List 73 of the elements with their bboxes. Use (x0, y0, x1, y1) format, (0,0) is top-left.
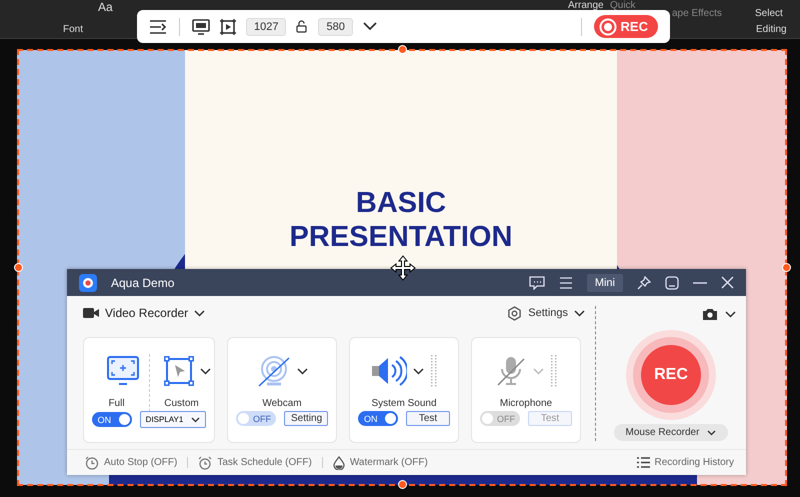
mode-selector[interactable]: Video Recorder (105, 306, 188, 320)
list-icon[interactable] (636, 457, 650, 468)
menu-icon[interactable] (558, 276, 573, 288)
chevron-icon[interactable] (412, 368, 424, 374)
resize-handle[interactable] (398, 45, 407, 54)
settings-link[interactable]: Settings (528, 307, 568, 319)
slide-title: PRESENTATION (290, 220, 512, 254)
gear-icon[interactable] (507, 306, 522, 320)
pin-icon[interactable] (637, 276, 651, 290)
record-icon (598, 18, 617, 36)
display-dropdown[interactable]: DISPLAY1 (140, 411, 206, 428)
mini-button[interactable]: Mini (586, 274, 623, 292)
compact-icon[interactable] (665, 276, 679, 290)
source-label: Microphone (500, 398, 552, 409)
region-icon[interactable] (220, 18, 236, 34)
footer-link[interactable]: Task Schedule (OFF) (217, 457, 312, 468)
chevron-icon[interactable] (574, 310, 585, 316)
resize-handle[interactable] (14, 263, 23, 272)
resize-handle[interactable] (398, 480, 407, 489)
camera-icon[interactable] (703, 308, 717, 320)
webcam-off-icon[interactable] (256, 355, 290, 387)
footer-link[interactable]: Auto Stop (OFF) (104, 457, 178, 468)
resize-handle[interactable] (782, 263, 791, 272)
group-label: Font (63, 24, 84, 35)
width-field[interactable]: 1027 (246, 18, 286, 36)
level-meter-icon (550, 354, 558, 388)
ribbon-item[interactable]: Quick (610, 0, 636, 11)
ribbon-item[interactable]: ape Effects (672, 8, 722, 19)
collapse-icon[interactable] (149, 18, 167, 34)
height-field[interactable]: 580 (318, 18, 353, 36)
speaker-icon[interactable] (370, 356, 406, 386)
app-logo-icon (79, 274, 97, 292)
toggle-switch[interactable]: ON (358, 411, 398, 426)
alarm-clock-icon[interactable] (198, 456, 212, 470)
video-camera-icon (83, 307, 99, 319)
chat-icon[interactable] (528, 276, 545, 290)
chevron-icon[interactable] (725, 310, 736, 318)
source-label: Full (108, 398, 125, 409)
source-label: System Sound (371, 398, 437, 409)
microphone-off-icon[interactable] (494, 355, 526, 387)
source-label: Webcam (262, 398, 302, 409)
window-title: Aqua Demo (111, 276, 174, 290)
action-button[interactable]: Setting (284, 411, 328, 426)
slide-title: BASIC (356, 186, 446, 220)
action-button[interactable]: Test (406, 411, 450, 426)
chevron-icon (191, 416, 200, 422)
fullscreen-icon[interactable] (192, 18, 210, 34)
move-icon[interactable] (390, 255, 416, 281)
chevron-icon[interactable] (362, 22, 377, 31)
rec-button[interactable]: REC (594, 15, 658, 38)
toggle-switch[interactable]: OFF (236, 411, 276, 426)
footer-link[interactable]: Watermark (OFF) (350, 457, 428, 468)
lock-icon[interactable] (296, 20, 308, 33)
level-meter-icon (430, 354, 438, 388)
rec-button[interactable]: REC (641, 345, 701, 405)
clock-icon[interactable] (85, 456, 99, 470)
ribbon-item[interactable]: Arrange (568, 0, 604, 11)
chevron-icon (707, 430, 716, 436)
mouse-recorder-button[interactable]: Mouse Recorder (614, 424, 728, 441)
chevron-icon[interactable] (200, 368, 211, 374)
ribbon-item[interactable]: Select (755, 8, 783, 19)
group-label: Editing (756, 24, 787, 35)
toggle-switch[interactable]: ON (92, 412, 132, 427)
monitor-icon[interactable] (106, 356, 138, 386)
ribbon-item[interactable]: Aa (98, 0, 113, 14)
custom-region-icon[interactable] (164, 356, 194, 386)
minimize-icon[interactable] (693, 282, 707, 284)
chevron-icon[interactable] (296, 368, 308, 374)
close-icon[interactable] (721, 276, 734, 289)
source-label: Custom (164, 398, 199, 409)
drop-icon[interactable] (332, 456, 345, 470)
history-link[interactable]: Recording History (654, 457, 734, 468)
chevron-icon[interactable] (194, 310, 206, 316)
